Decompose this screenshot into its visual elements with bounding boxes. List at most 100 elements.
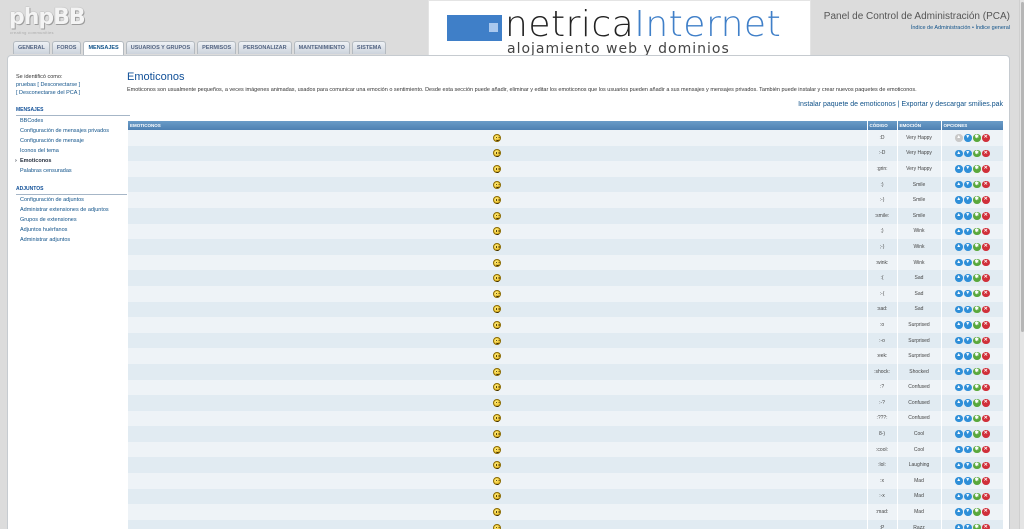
- move-down-icon[interactable]: ▼: [964, 367, 972, 376]
- vertical-scrollbar[interactable]: [1019, 0, 1024, 529]
- move-down-icon[interactable]: ▼: [964, 383, 972, 392]
- edit-gear-icon[interactable]: ✱: [973, 274, 981, 282]
- delete-icon[interactable]: ✕: [982, 508, 990, 516]
- delete-icon[interactable]: ✕: [982, 336, 990, 345]
- move-down-icon[interactable]: ▼: [964, 352, 972, 360]
- edit-gear-icon[interactable]: ✱: [973, 399, 981, 407]
- edit-gear-icon[interactable]: ✱: [973, 352, 981, 360]
- sidebar-item-adjuntos-huerfanos[interactable]: Adjuntos huérfanos: [16, 225, 130, 235]
- move-down-icon[interactable]: ▼: [964, 461, 972, 470]
- move-down-icon[interactable]: ▼: [964, 445, 972, 454]
- delete-icon[interactable]: ✕: [982, 258, 990, 267]
- move-down-icon[interactable]: ▼: [964, 149, 972, 158]
- edit-gear-icon[interactable]: ✱: [973, 461, 981, 470]
- edit-gear-icon[interactable]: ✱: [973, 523, 981, 529]
- move-down-icon[interactable]: ▼: [964, 492, 972, 501]
- delete-icon[interactable]: ✕: [982, 445, 990, 454]
- move-down-icon[interactable]: ▼: [964, 180, 972, 189]
- move-down-icon[interactable]: ▼: [964, 134, 972, 142]
- move-up-icon[interactable]: ▲: [955, 149, 963, 158]
- move-down-icon[interactable]: ▼: [964, 414, 972, 423]
- move-up-icon[interactable]: ▲: [955, 461, 963, 470]
- tab-foros[interactable]: Foros: [51, 41, 82, 54]
- move-down-icon[interactable]: ▼: [964, 336, 972, 345]
- move-down-icon[interactable]: ▼: [964, 289, 972, 298]
- move-down-icon[interactable]: ▼: [964, 305, 972, 314]
- move-down-icon[interactable]: ▼: [964, 243, 972, 251]
- sidebar-item-bbcodes[interactable]: BBCodes: [16, 116, 130, 126]
- move-up-icon[interactable]: ▲: [955, 523, 963, 529]
- delete-icon[interactable]: ✕: [982, 430, 990, 438]
- move-down-icon[interactable]: ▼: [964, 430, 972, 438]
- move-up-icon[interactable]: ▲: [955, 445, 963, 454]
- delete-icon[interactable]: ✕: [982, 352, 990, 360]
- move-down-icon[interactable]: ▼: [964, 477, 972, 485]
- delete-icon[interactable]: ✕: [982, 227, 990, 236]
- delete-icon[interactable]: ✕: [982, 477, 990, 485]
- tab-mensajes[interactable]: Mensajes: [83, 41, 124, 55]
- move-up-icon[interactable]: ▲: [955, 383, 963, 392]
- move-down-icon[interactable]: ▼: [964, 399, 972, 407]
- logout-link[interactable]: pruebas [ Desconectarse ]: [16, 81, 130, 89]
- move-up-icon[interactable]: ▲: [955, 477, 963, 485]
- edit-gear-icon[interactable]: ✱: [973, 321, 981, 329]
- move-down-icon[interactable]: ▼: [964, 212, 972, 220]
- sidebar-item-iconos[interactable]: Iconos del tema: [16, 146, 130, 156]
- tab-usuarios-grupos[interactable]: Usuarios y grupos: [125, 41, 196, 54]
- delete-icon[interactable]: ✕: [982, 134, 990, 142]
- edit-gear-icon[interactable]: ✱: [973, 212, 981, 220]
- edit-gear-icon[interactable]: ✱: [973, 289, 981, 298]
- move-down-icon[interactable]: ▼: [964, 227, 972, 236]
- move-up-icon[interactable]: ▲: [955, 508, 963, 516]
- delete-icon[interactable]: ✕: [982, 274, 990, 282]
- edit-gear-icon[interactable]: ✱: [973, 165, 981, 173]
- sidebar-item-emoticonos[interactable]: Emoticonos: [16, 156, 130, 166]
- move-up-icon[interactable]: ▲: [955, 258, 963, 267]
- tab-personalizar[interactable]: Personalizar: [238, 41, 292, 54]
- delete-icon[interactable]: ✕: [982, 305, 990, 314]
- move-up-icon[interactable]: ▲: [955, 414, 963, 423]
- edit-gear-icon[interactable]: ✱: [973, 430, 981, 438]
- move-up-icon[interactable]: ▲: [955, 336, 963, 345]
- sidebar-item-config-adjuntos[interactable]: Configuración de adjuntos: [16, 195, 130, 205]
- delete-icon[interactable]: ✕: [982, 414, 990, 423]
- move-down-icon[interactable]: ▼: [964, 165, 972, 173]
- edit-gear-icon[interactable]: ✱: [973, 367, 981, 376]
- move-up-icon[interactable]: ▲: [955, 321, 963, 329]
- move-up-icon[interactable]: ▲: [955, 243, 963, 251]
- edit-gear-icon[interactable]: ✱: [973, 243, 981, 251]
- sidebar-item-palabras-censuradas[interactable]: Palabras censuradas: [16, 166, 130, 176]
- delete-icon[interactable]: ✕: [982, 383, 990, 392]
- move-up-icon[interactable]: ▲: [955, 274, 963, 282]
- tab-general[interactable]: General: [13, 41, 50, 54]
- pca-logout-link[interactable]: [ Desconectarse del PCA ]: [16, 90, 80, 96]
- move-down-icon[interactable]: ▼: [964, 196, 972, 204]
- edit-gear-icon[interactable]: ✱: [973, 149, 981, 158]
- sidebar-item-administrar-adjuntos[interactable]: Administrar adjuntos: [16, 235, 130, 245]
- edit-gear-icon[interactable]: ✱: [973, 134, 981, 142]
- edit-gear-icon[interactable]: ✱: [973, 336, 981, 345]
- sidebar-item-config-mensaje[interactable]: Configuración de mensaje: [16, 136, 130, 146]
- edit-gear-icon[interactable]: ✱: [973, 227, 981, 236]
- move-up-icon[interactable]: ▲: [955, 227, 963, 236]
- delete-icon[interactable]: ✕: [982, 212, 990, 220]
- delete-icon[interactable]: ✕: [982, 196, 990, 204]
- delete-icon[interactable]: ✕: [982, 321, 990, 329]
- edit-gear-icon[interactable]: ✱: [973, 180, 981, 189]
- delete-icon[interactable]: ✕: [982, 492, 990, 501]
- move-down-icon[interactable]: ▼: [964, 523, 972, 529]
- edit-gear-icon[interactable]: ✱: [973, 477, 981, 485]
- edit-gear-icon[interactable]: ✱: [973, 196, 981, 204]
- sidebar-item-config-mp[interactable]: Configuración de mensajes privados: [16, 126, 130, 136]
- move-up-icon[interactable]: ▲: [955, 352, 963, 360]
- move-down-icon[interactable]: ▼: [964, 258, 972, 267]
- delete-icon[interactable]: ✕: [982, 289, 990, 298]
- move-up-icon[interactable]: ▲: [955, 305, 963, 314]
- move-up-icon[interactable]: ▲: [955, 367, 963, 376]
- tab-mantenimiento[interactable]: Mantenimiento: [293, 41, 350, 54]
- tab-permisos[interactable]: Permisos: [197, 41, 237, 54]
- tab-sistema[interactable]: Sistema: [351, 41, 387, 54]
- delete-icon[interactable]: ✕: [982, 149, 990, 158]
- delete-icon[interactable]: ✕: [982, 367, 990, 376]
- delete-icon[interactable]: ✕: [982, 165, 990, 173]
